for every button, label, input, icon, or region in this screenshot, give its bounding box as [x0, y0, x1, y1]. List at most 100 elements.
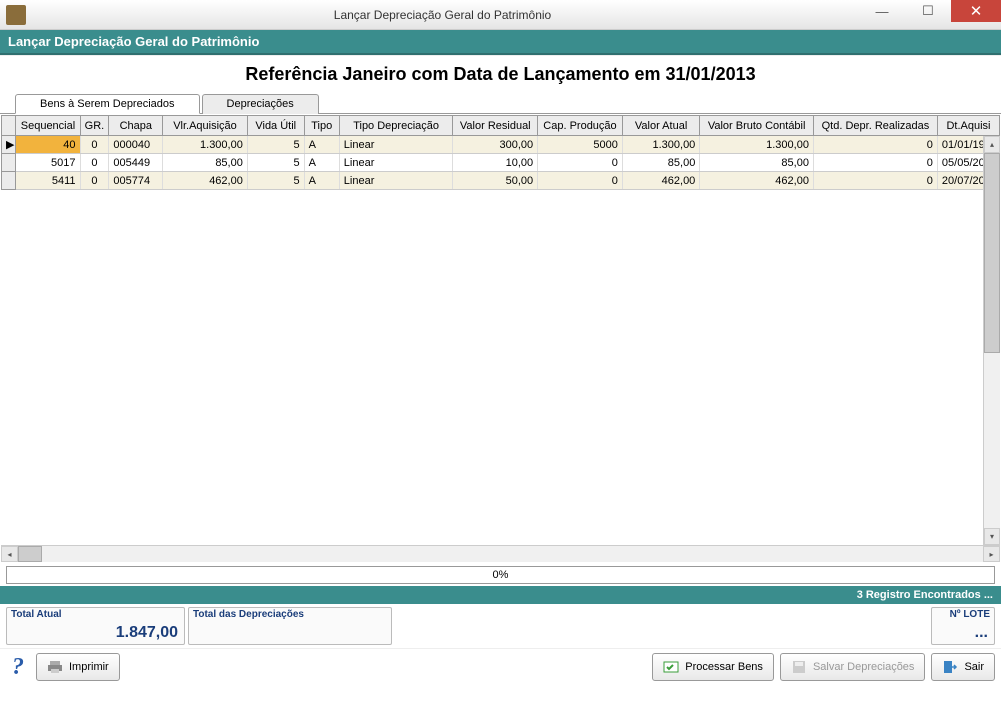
cell[interactable]: 40 — [16, 136, 80, 154]
table-row[interactable]: 5411 0 005774 462,00 5 A Linear 50,00 0 … — [2, 172, 1000, 190]
cell[interactable]: Linear — [339, 136, 453, 154]
cell[interactable]: A — [304, 154, 339, 172]
cell[interactable]: 000040 — [109, 136, 163, 154]
cell[interactable]: 85,00 — [700, 154, 814, 172]
table-row[interactable]: 5017 0 005449 85,00 5 A Linear 10,00 0 8… — [2, 154, 1000, 172]
exit-icon — [942, 659, 958, 675]
total-depr-box: Total das Depreciações — [188, 607, 392, 645]
footer-toolbar: ? Imprimir Processar Bens Salvar Depreci… — [0, 648, 1001, 685]
tab-bar: Bens à Serem Depreciados Depreciações — [0, 93, 1001, 114]
cell[interactable]: 50,00 — [453, 172, 538, 190]
lote-label: Nº LOTE — [950, 609, 990, 620]
col-tipo[interactable]: Tipo — [304, 116, 339, 136]
cell[interactable]: 300,00 — [453, 136, 538, 154]
row-marker — [2, 172, 16, 190]
scroll-thumb[interactable] — [18, 546, 42, 562]
salvar-label: Salvar Depreciações — [813, 661, 915, 673]
salvar-button[interactable]: Salvar Depreciações — [780, 653, 926, 681]
cell[interactable]: 0 — [813, 136, 937, 154]
cell[interactable]: 1.300,00 — [700, 136, 814, 154]
grid-header-row: Sequencial GR. Chapa Vlr.Aquisição Vida … — [2, 116, 1000, 136]
cell[interactable]: 0 — [538, 172, 623, 190]
scroll-thumb[interactable] — [984, 153, 1000, 353]
page-heading: Referência Janeiro com Data de Lançament… — [0, 55, 1001, 93]
cell[interactable]: 1.300,00 — [622, 136, 699, 154]
cell[interactable]: 85,00 — [163, 154, 248, 172]
cell[interactable]: Linear — [339, 172, 453, 190]
col-valor-bruto[interactable]: Valor Bruto Contábil — [700, 116, 814, 136]
tab-depreciacoes[interactable]: Depreciações — [202, 94, 319, 114]
sair-button[interactable]: Sair — [931, 653, 995, 681]
processar-label: Processar Bens — [685, 661, 763, 673]
cell[interactable]: 85,00 — [622, 154, 699, 172]
imprimir-label: Imprimir — [69, 661, 109, 673]
row-pointer-icon: ▶ — [2, 136, 16, 154]
cell[interactable]: 0 — [538, 154, 623, 172]
scroll-right-icon[interactable]: ▸ — [983, 546, 1000, 562]
col-dt-aquisi[interactable]: Dt.Aquisi — [937, 116, 999, 136]
app-icon — [6, 5, 26, 25]
cell[interactable]: 5017 — [16, 154, 80, 172]
cell[interactable]: 462,00 — [163, 172, 248, 190]
totals-panel: Total Atual 1.847,00 Total das Depreciaç… — [0, 604, 1001, 648]
cell[interactable]: 005774 — [109, 172, 163, 190]
cell[interactable]: A — [304, 136, 339, 154]
col-gr[interactable]: GR. — [80, 116, 109, 136]
minimize-button[interactable]: — — [859, 0, 905, 22]
data-grid-container: Sequencial GR. Chapa Vlr.Aquisição Vida … — [0, 114, 1001, 564]
cell[interactable]: 462,00 — [622, 172, 699, 190]
cell[interactable]: 5000 — [538, 136, 623, 154]
col-valor-residual[interactable]: Valor Residual — [453, 116, 538, 136]
col-qtd-depr[interactable]: Qtd. Depr. Realizadas — [813, 116, 937, 136]
scroll-up-icon[interactable]: ▴ — [984, 136, 1000, 153]
row-marker — [2, 154, 16, 172]
col-vida-util[interactable]: Vida Útil — [247, 116, 304, 136]
col-tipo-depreciacao[interactable]: Tipo Depreciação — [339, 116, 453, 136]
close-button[interactable]: ✕ — [951, 0, 1001, 22]
row-marker-header — [2, 116, 16, 136]
cell[interactable]: 0 — [80, 172, 109, 190]
print-icon — [47, 659, 63, 675]
window-title: Lançar Depreciação Geral do Patrimônio — [26, 8, 859, 22]
cell[interactable]: 005449 — [109, 154, 163, 172]
col-valor-atual[interactable]: Valor Atual — [622, 116, 699, 136]
form-title: Lançar Depreciação Geral do Patrimônio — [0, 30, 1001, 55]
data-grid[interactable]: Sequencial GR. Chapa Vlr.Aquisição Vida … — [1, 115, 1000, 190]
lote-box: Nº LOTE ... — [931, 607, 995, 645]
process-icon — [663, 659, 679, 675]
tab-bens[interactable]: Bens à Serem Depreciados — [15, 94, 200, 114]
maximize-button[interactable]: ☐ — [905, 0, 951, 22]
col-cap-producao[interactable]: Cap. Produção — [538, 116, 623, 136]
cell[interactable]: 0 — [813, 172, 937, 190]
cell[interactable]: 10,00 — [453, 154, 538, 172]
progress-bar: 0% — [6, 566, 995, 584]
total-depr-label: Total das Depreciações — [193, 609, 304, 620]
scroll-left-icon[interactable]: ◂ — [1, 546, 18, 562]
processar-button[interactable]: Processar Bens — [652, 653, 774, 681]
cell[interactable]: 5 — [247, 136, 304, 154]
total-atual-box: Total Atual 1.847,00 — [6, 607, 185, 645]
cell[interactable]: Linear — [339, 154, 453, 172]
horizontal-scrollbar[interactable]: ◂ ▸ — [1, 545, 1000, 562]
cell[interactable]: 0 — [80, 154, 109, 172]
cell[interactable]: 462,00 — [700, 172, 814, 190]
scroll-down-icon[interactable]: ▾ — [984, 528, 1000, 545]
save-icon — [791, 659, 807, 675]
cell[interactable]: A — [304, 172, 339, 190]
cell[interactable]: 5 — [247, 172, 304, 190]
imprimir-button[interactable]: Imprimir — [36, 653, 120, 681]
cell[interactable]: 5 — [247, 154, 304, 172]
help-icon[interactable]: ? — [6, 654, 30, 681]
vertical-scrollbar[interactable]: ▴ ▾ — [983, 136, 1000, 545]
cell[interactable]: 0 — [80, 136, 109, 154]
cell[interactable]: 5411 — [16, 172, 80, 190]
col-vlr-aquisicao[interactable]: Vlr.Aquisição — [163, 116, 248, 136]
window-titlebar: Lançar Depreciação Geral do Patrimônio —… — [0, 0, 1001, 30]
total-atual-label: Total Atual — [11, 609, 62, 620]
col-chapa[interactable]: Chapa — [109, 116, 163, 136]
status-bar: 3 Registro Encontrados ... — [0, 586, 1001, 604]
cell[interactable]: 0 — [813, 154, 937, 172]
table-row[interactable]: ▶ 40 0 000040 1.300,00 5 A Linear 300,00… — [2, 136, 1000, 154]
cell[interactable]: 1.300,00 — [163, 136, 248, 154]
col-sequencial[interactable]: Sequencial — [16, 116, 80, 136]
